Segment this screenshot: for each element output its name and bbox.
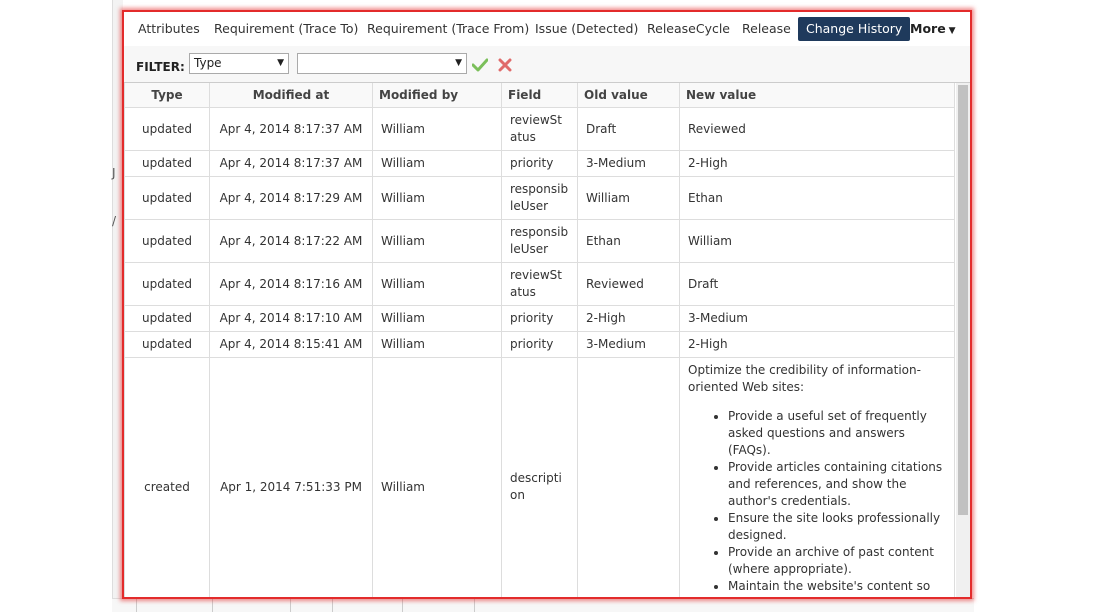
column-header-modified-at[interactable]: Modified at (209, 83, 373, 108)
cell-type: updated (124, 219, 210, 263)
cell-modified-at: Apr 4, 2014 8:17:37 AM (209, 107, 373, 151)
vertical-scrollbar[interactable] (956, 83, 970, 597)
filter-type-value: Type (194, 56, 222, 70)
table-row: updated Apr 4, 2014 8:17:22 AM William r… (124, 219, 955, 263)
tab-attributes[interactable]: Attributes (130, 17, 208, 41)
tab-more[interactable]: More ▼ (902, 17, 964, 41)
cell-field: responsibleUser (501, 176, 578, 220)
filter-bar: FILTER: Type ▼ ▼ (124, 46, 970, 83)
cell-modified-by: William (372, 305, 502, 332)
cell-type: created (124, 357, 210, 597)
column-header-modified-by[interactable]: Modified by (372, 83, 502, 108)
description-list-item: Provide articles containing citations an… (728, 459, 946, 510)
tab-bar: Attributes Requirement (Trace To) Requir… (124, 12, 970, 47)
table-row: updated Apr 4, 2014 8:17:37 AM William r… (124, 107, 955, 151)
cell-type: updated (124, 176, 210, 220)
column-header-old-value[interactable]: Old value (577, 83, 680, 108)
cell-modified-at: Apr 4, 2014 8:17:10 AM (209, 305, 373, 332)
description-list-item: Maintain the website's content so that i… (728, 578, 946, 597)
dropdown-arrow-icon: ▼ (455, 58, 462, 68)
cell-old-value: 3-Medium (577, 331, 680, 358)
cell-modified-at: Apr 4, 2014 8:17:37 AM (209, 150, 373, 177)
cell-old-value: Draft (577, 107, 680, 151)
cell-type: updated (124, 262, 210, 306)
cell-modified-by: William (372, 150, 502, 177)
cell-modified-by: William (372, 357, 502, 597)
cell-field: priority (501, 331, 578, 358)
table-row: updated Apr 4, 2014 8:17:37 AM William p… (124, 150, 955, 177)
cell-field: priority (501, 305, 578, 332)
table-row: created Apr 1, 2014 7:51:33 PM William d… (124, 357, 955, 597)
cell-new-value: 2-High (679, 331, 955, 358)
table-row: updated Apr 4, 2014 8:17:16 AM William r… (124, 262, 955, 306)
tab-change-history[interactable]: Change History (798, 17, 911, 41)
background-text-fragment: J (112, 166, 116, 180)
column-header-field[interactable]: Field (501, 83, 578, 108)
scrollbar-thumb[interactable] (958, 85, 968, 515)
tab-release[interactable]: Release (734, 17, 799, 41)
cell-old-value: Reviewed (577, 262, 680, 306)
cell-field: reviewStatus (501, 262, 578, 306)
cell-modified-by: William (372, 331, 502, 358)
table-row: updated Apr 4, 2014 8:15:41 AM William p… (124, 331, 955, 358)
description-list-item: Provide an archive of past content (wher… (728, 544, 946, 578)
filter-type-select[interactable]: Type ▼ (189, 53, 289, 74)
cell-modified-at: Apr 1, 2014 7:51:33 PM (209, 357, 373, 597)
cell-new-value: 3-Medium (679, 305, 955, 332)
cell-type: updated (124, 305, 210, 332)
cell-field: reviewStatus (501, 107, 578, 151)
background-text-fragment: / (112, 214, 117, 228)
column-header-type[interactable]: Type (124, 83, 210, 108)
description-list: Provide a useful set of frequently asked… (688, 408, 946, 597)
cell-field: description (501, 357, 578, 597)
filter-label: FILTER: (136, 60, 185, 74)
dropdown-arrow-icon: ▼ (277, 58, 284, 68)
table-row: updated Apr 4, 2014 8:17:29 AM William r… (124, 176, 955, 220)
filter-value-select[interactable]: ▼ (297, 53, 467, 74)
cell-new-value: Draft (679, 262, 955, 306)
cell-modified-by: William (372, 219, 502, 263)
cell-old-value: Ethan (577, 219, 680, 263)
table-header-row: Type Modified at Modified by Field Old v… (124, 83, 955, 108)
cell-new-value: Ethan (679, 176, 955, 220)
tab-releasecycle[interactable]: ReleaseCycle (639, 17, 738, 41)
cell-old-value: 3-Medium (577, 150, 680, 177)
cell-old-value: 2-High (577, 305, 680, 332)
column-header-new-value[interactable]: New value (679, 83, 955, 108)
description-list-item: Ensure the site looks professionally des… (728, 510, 946, 544)
cell-new-value: William (679, 219, 955, 263)
background-table-strip (112, 598, 974, 612)
cell-modified-by: William (372, 107, 502, 151)
change-history-table-container: Type Modified at Modified by Field Old v… (124, 83, 956, 597)
cell-field: priority (501, 150, 578, 177)
cell-modified-by: William (372, 262, 502, 306)
tab-requirement-trace-to[interactable]: Requirement (Trace To) (206, 17, 366, 41)
change-history-dialog: Attributes Requirement (Trace To) Requir… (122, 10, 972, 599)
x-icon[interactable] (498, 58, 512, 72)
cell-modified-at: Apr 4, 2014 8:15:41 AM (209, 331, 373, 358)
table-row: updated Apr 4, 2014 8:17:10 AM William p… (124, 305, 955, 332)
cell-old-value: William (577, 176, 680, 220)
cell-new-value: Reviewed (679, 107, 955, 151)
cell-modified-at: Apr 4, 2014 8:17:29 AM (209, 176, 373, 220)
cell-modified-at: Apr 4, 2014 8:17:16 AM (209, 262, 373, 306)
cell-type: updated (124, 107, 210, 151)
tab-issue-detected[interactable]: Issue (Detected) (527, 17, 646, 41)
cell-field: responsibleUser (501, 219, 578, 263)
cell-new-value: 2-High (679, 150, 955, 177)
cell-old-value (577, 357, 680, 597)
cell-new-value-description: Optimize the credibility of information-… (679, 357, 955, 597)
tab-requirement-trace-from[interactable]: Requirement (Trace From) (359, 17, 537, 41)
cell-modified-at: Apr 4, 2014 8:17:22 AM (209, 219, 373, 263)
cell-type: updated (124, 150, 210, 177)
tab-more-label: More (910, 21, 946, 36)
cell-modified-by: William (372, 176, 502, 220)
change-history-table: Type Modified at Modified by Field Old v… (124, 83, 955, 597)
cell-type: updated (124, 331, 210, 358)
caret-down-icon: ▼ (948, 26, 956, 36)
description-list-item: Provide a useful set of frequently asked… (728, 408, 946, 459)
checkmark-icon[interactable] (472, 58, 488, 72)
description-intro: Optimize the credibility of information-… (688, 363, 921, 394)
